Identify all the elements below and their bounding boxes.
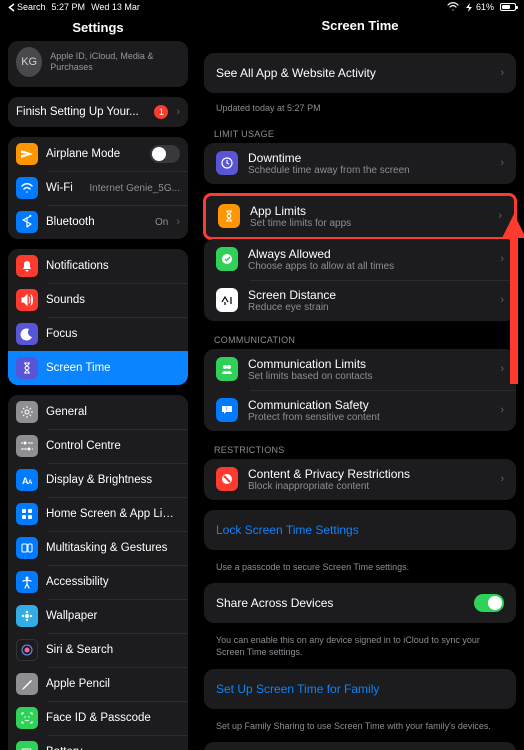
svg-text:A: A xyxy=(28,480,33,486)
sidebar-item-screentime[interactable]: Screen Time xyxy=(8,351,188,385)
updated-footnote: Updated today at 5:27 PM xyxy=(204,103,516,125)
chevron-right-icon: › xyxy=(500,157,504,169)
row-lock-settings[interactable]: Lock Screen Time Settings xyxy=(204,510,516,550)
group-header-comm: Communication xyxy=(204,331,516,349)
check-badge-icon xyxy=(216,247,238,271)
share-toggle[interactable] xyxy=(474,594,504,612)
back-to-search[interactable]: Search xyxy=(8,2,46,12)
row-all-activity[interactable]: See All App & Website Activity › xyxy=(204,53,516,93)
battery-icon xyxy=(500,3,516,11)
sidebar-title: Settings xyxy=(8,20,188,35)
text-size-icon: AA xyxy=(16,469,38,491)
chevron-right-icon: › xyxy=(500,294,504,306)
rectangles-icon xyxy=(16,537,38,559)
chevron-right-icon: › xyxy=(498,210,502,222)
chevron-right-icon: › xyxy=(176,106,180,118)
row-comm-safety[interactable]: ! Communication SafetyProtect from sensi… xyxy=(204,390,516,431)
hourglass-icon xyxy=(16,357,38,379)
sliders-icon xyxy=(16,435,38,457)
apple-id-sub: Apple ID, iCloud, Media & Purchases xyxy=(50,51,180,73)
chevron-right-icon: › xyxy=(500,473,504,485)
chevron-right-icon: › xyxy=(500,67,504,79)
lock-footnote: Use a passcode to secure Screen Time set… xyxy=(204,560,516,584)
status-bar: Search 5:27 PM Wed 13 Mar 61% xyxy=(0,0,524,14)
siri-icon xyxy=(16,639,38,661)
bluetooth-icon xyxy=(16,211,38,233)
pencil-icon xyxy=(16,673,38,695)
chevron-right-icon: › xyxy=(176,216,180,228)
page-title: Screen Time xyxy=(204,14,516,33)
group-header-restr: Restrictions xyxy=(204,441,516,459)
grid-icon xyxy=(16,503,38,525)
accessibility-icon xyxy=(16,571,38,593)
faceid-icon xyxy=(16,707,38,729)
gear-icon xyxy=(16,401,38,423)
status-time: 5:27 PM xyxy=(52,2,86,12)
sidebar-item-general[interactable]: General xyxy=(8,395,188,429)
sidebar-item-focus[interactable]: Focus xyxy=(8,317,188,351)
sidebar-item-sounds[interactable]: Sounds xyxy=(8,283,188,317)
sidebar-item-multitasking[interactable]: Multitasking & Gestures xyxy=(8,531,188,565)
settings-sidebar: Settings KG Apple ID, iCloud, Media & Pu… xyxy=(0,14,196,750)
sidebar-item-control-centre[interactable]: Control Centre xyxy=(8,429,188,463)
chevron-right-icon: › xyxy=(500,404,504,416)
sidebar-item-display[interactable]: AA Display & Brightness xyxy=(8,463,188,497)
sidebar-item-wifi[interactable]: Wi-Fi Internet Genie_5G... xyxy=(8,171,188,205)
sidebar-item-faceid[interactable]: Face ID & Passcode xyxy=(8,701,188,735)
row-app-limits[interactable]: App LimitsSet time limits for apps › xyxy=(206,196,514,237)
row-screen-distance[interactable]: Screen DistanceReduce eye strain › xyxy=(204,280,516,321)
wifi-icon xyxy=(447,2,459,13)
sidebar-item-airplane[interactable]: Airplane Mode xyxy=(8,137,188,171)
hourglass-icon xyxy=(218,204,240,228)
apple-id-row[interactable]: KG Apple ID, iCloud, Media & Purchases xyxy=(8,41,188,87)
clock-icon xyxy=(216,151,238,175)
battery-percent: 61% xyxy=(465,2,494,12)
row-content-privacy[interactable]: Content & Privacy RestrictionsBlock inap… xyxy=(204,459,516,500)
status-date: Wed 13 Mar xyxy=(91,2,140,12)
sidebar-item-battery[interactable]: Battery xyxy=(8,735,188,750)
row-always-allowed[interactable]: Always AllowedChoose apps to allow at al… xyxy=(204,239,516,280)
distance-icon xyxy=(216,288,238,312)
wifi-icon xyxy=(16,177,38,199)
row-turn-off[interactable]: Turn Off App & Website Activity xyxy=(204,742,516,750)
sidebar-item-home-screen[interactable]: Home Screen & App Library xyxy=(8,497,188,531)
no-entry-icon xyxy=(216,467,238,491)
airplane-toggle[interactable] xyxy=(150,145,180,163)
chevron-right-icon: › xyxy=(500,253,504,265)
detail-pane: Screen Time See All App & Website Activi… xyxy=(196,14,524,750)
sidebar-item-apple-pencil[interactable]: Apple Pencil xyxy=(8,667,188,701)
row-share-across[interactable]: Share Across Devices xyxy=(204,583,516,623)
sidebar-item-finish-setup[interactable]: Finish Setting Up Your... 1 › xyxy=(8,97,188,127)
family-footnote: Set up Family Sharing to use Screen Time… xyxy=(204,719,516,743)
sidebar-item-bluetooth[interactable]: Bluetooth On › xyxy=(8,205,188,239)
sidebar-item-wallpaper[interactable]: Wallpaper xyxy=(8,599,188,633)
sidebar-item-accessibility[interactable]: Accessibility xyxy=(8,565,188,599)
row-family[interactable]: Set Up Screen Time for Family xyxy=(204,669,516,709)
moon-icon xyxy=(16,323,38,345)
bubble-warning-icon: ! xyxy=(216,398,238,422)
sidebar-item-notifications[interactable]: Notifications xyxy=(8,249,188,283)
battery-icon xyxy=(16,741,38,750)
badge: 1 xyxy=(154,105,168,119)
row-downtime[interactable]: DowntimeSchedule time away from the scre… xyxy=(204,143,516,184)
airplane-icon xyxy=(16,143,38,165)
chevron-right-icon: › xyxy=(500,363,504,375)
highlight-app-limits: App LimitsSet time limits for apps › xyxy=(203,193,517,240)
speaker-icon xyxy=(16,289,38,311)
people-icon xyxy=(216,357,238,381)
row-comm-limits[interactable]: Communication LimitsSet limits based on … xyxy=(204,349,516,390)
avatar: KG xyxy=(16,47,42,77)
flower-icon xyxy=(16,605,38,627)
share-footnote: You can enable this on any device signed… xyxy=(204,633,516,668)
group-header-limit: Limit Usage xyxy=(204,125,516,143)
bell-icon xyxy=(16,255,38,277)
sidebar-item-siri[interactable]: Siri & Search xyxy=(8,633,188,667)
